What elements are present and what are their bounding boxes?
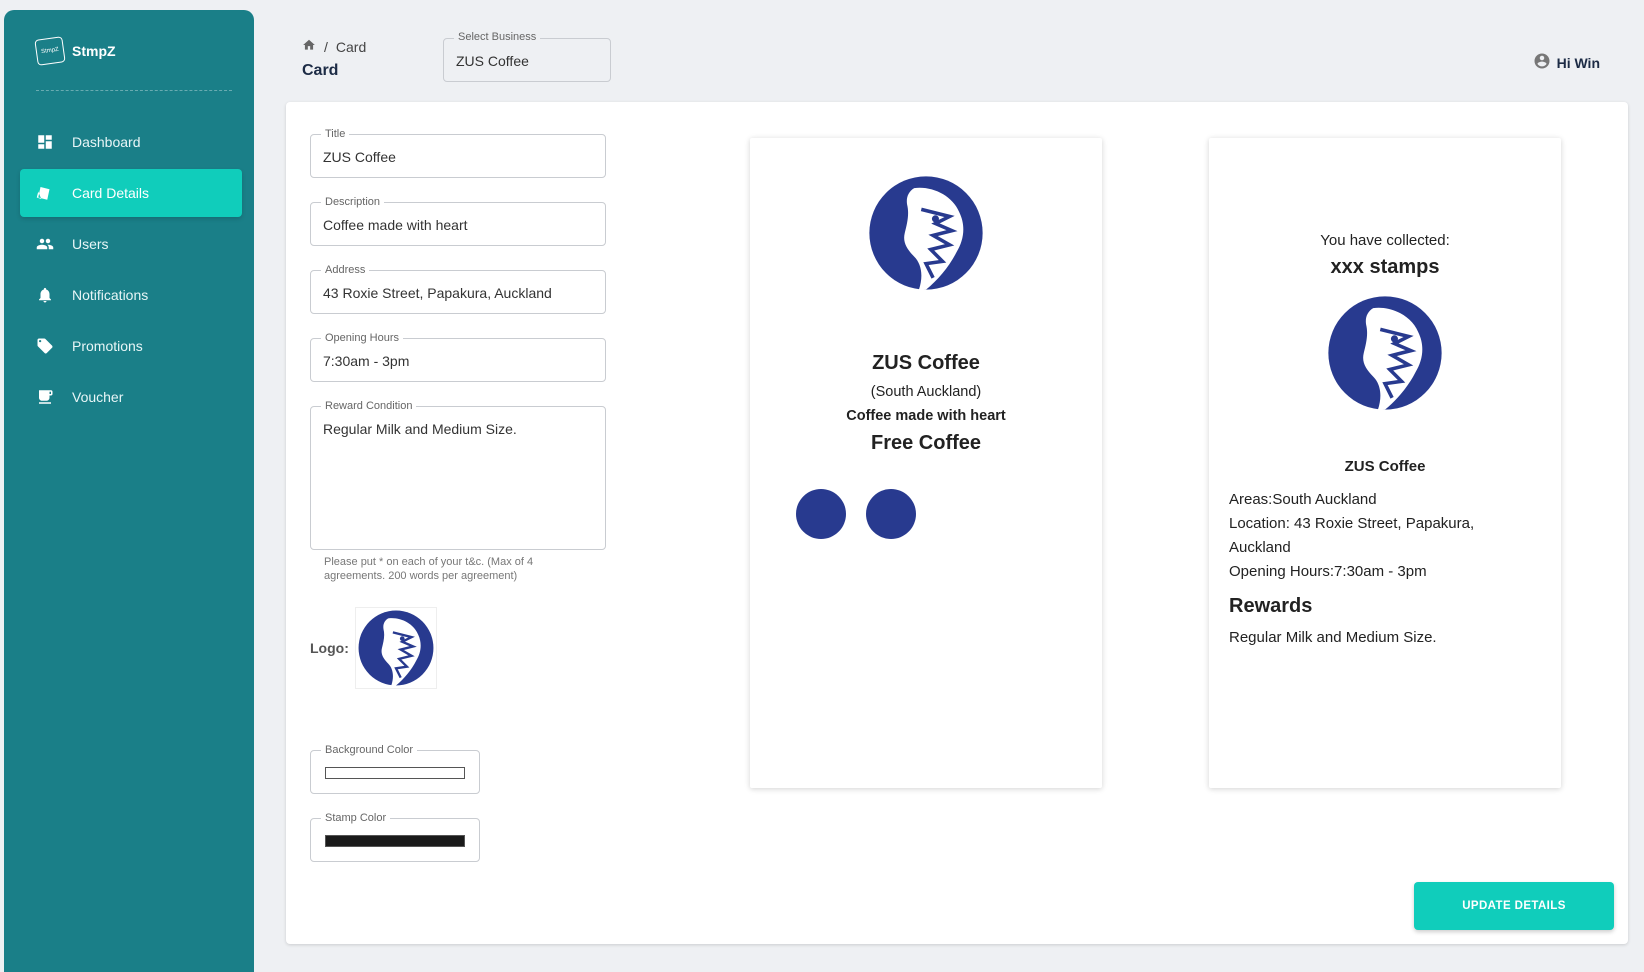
zeus-logo-icon [1328, 296, 1442, 410]
card-back-opening-hours: Opening Hours:7:30am - 3pm [1229, 563, 1427, 580]
address-field[interactable]: Address 43 Roxie Street, Papakura, Auckl… [310, 263, 606, 314]
user-menu[interactable]: Hi Win [1533, 52, 1600, 73]
description-field[interactable]: Description Coffee made with heart [310, 195, 606, 246]
collected-label: You have collected: [1320, 232, 1450, 249]
stamp-color-field[interactable]: Stamp Color [310, 811, 480, 862]
title-field-value: ZUS Coffee [323, 149, 396, 165]
business-select[interactable]: Select Business ZUS Coffee [443, 31, 611, 82]
sidebar-item-dashboard[interactable]: Dashboard [20, 118, 242, 166]
card-back-areas: Areas:South Auckland [1229, 491, 1377, 508]
card-back-location: Location: 43 Roxie Street, Papakura, Auc… [1229, 515, 1475, 556]
rewards-heading: Rewards [1229, 595, 1313, 617]
stamp-color-label: Stamp Color [321, 811, 391, 825]
sidebar-item-voucher[interactable]: Voucher [20, 373, 242, 421]
bell-icon [36, 286, 54, 304]
logo-upload[interactable] [355, 607, 437, 689]
background-color-swatch[interactable] [325, 767, 465, 779]
stamp-circle [796, 489, 846, 539]
sidebar-nav: Dashboard Card Details Users Notificatio… [20, 118, 242, 424]
description-field-value: Coffee made with heart [323, 217, 468, 233]
user-greeting: Hi Win [1556, 54, 1600, 71]
card-back-name: ZUS Coffee [1344, 458, 1426, 475]
address-field-label: Address [321, 263, 370, 277]
card-front-logo [750, 174, 1102, 297]
opening-hours-field[interactable]: Opening Hours 7:30am - 3pm [310, 331, 606, 382]
card-front-reward: Free Coffee [870, 432, 982, 454]
brand[interactable]: StmpZ StmpZ [34, 36, 116, 66]
address-field-value: 43 Roxie Street, Papakura, Auckland [323, 285, 552, 301]
title-field[interactable]: Title ZUS Coffee [310, 127, 606, 178]
reward-condition-textarea[interactable]: Reward Condition Regular Milk and Medium… [310, 399, 606, 550]
breadcrumb-separator: / [324, 38, 328, 55]
card-back-logo [1209, 294, 1561, 417]
users-icon [36, 235, 54, 253]
sidebar-item-promotions[interactable]: Promotions [20, 322, 242, 370]
reward-condition-helper: Please put * on each of your t&c. (Max o… [324, 556, 534, 582]
reward-condition-value: Regular Milk and Medium Size. [323, 421, 517, 437]
sidebar-item-card-details[interactable]: Card Details [20, 169, 242, 217]
sidebar-item-label: Users [72, 236, 109, 252]
breadcrumb: / Card [302, 38, 366, 55]
sidebar-divider [36, 90, 232, 91]
zeus-logo-icon [358, 610, 434, 686]
zeus-logo-icon [869, 176, 983, 290]
sidebar-item-label: Notifications [72, 287, 149, 303]
brand-logo: StmpZ [34, 36, 66, 66]
sidebar: StmpZ StmpZ Dashboard Card Details Users [4, 10, 254, 972]
opening-hours-field-label: Opening Hours [321, 331, 403, 345]
card-front-area: (South Auckland) [870, 384, 982, 400]
sidebar-item-label: Voucher [72, 389, 124, 405]
stamp-color-swatch[interactable] [325, 835, 465, 847]
business-select-label: Select Business [454, 31, 541, 43]
card-icon [36, 184, 54, 202]
dashboard-icon [36, 133, 54, 151]
brand-name: StmpZ [72, 43, 116, 59]
home-icon[interactable] [302, 38, 316, 55]
description-field-label: Description [321, 195, 385, 209]
collected-count: xxx stamps [1330, 256, 1440, 278]
sidebar-item-label: Card Details [72, 185, 150, 201]
tag-icon [36, 337, 54, 355]
logo-label: Logo: [310, 640, 349, 656]
opening-hours-field-value: 7:30am - 3pm [323, 353, 410, 369]
breadcrumb-current: Card [335, 38, 367, 55]
rewards-text: Regular Milk and Medium Size. [1229, 629, 1437, 646]
coffee-cup-icon [36, 388, 54, 406]
sidebar-item-notifications[interactable]: Notifications [20, 271, 242, 319]
account-circle-icon [1533, 52, 1551, 73]
business-select-value: ZUS Coffee [456, 53, 529, 69]
update-details-button[interactable]: UPDATE DETAILS [1414, 882, 1614, 930]
background-color-field[interactable]: Background Color [310, 743, 480, 794]
sidebar-item-label: Promotions [72, 338, 143, 354]
background-color-label: Background Color [321, 743, 418, 757]
card-front-tagline: Coffee made with heart [846, 408, 1006, 424]
title-field-label: Title [321, 127, 350, 141]
sidebar-item-label: Dashboard [72, 134, 141, 150]
card-back-preview: You have collected: xxx stamps ZUS Coffe… [1209, 138, 1561, 788]
stamp-circle [866, 489, 916, 539]
sidebar-item-users[interactable]: Users [20, 220, 242, 268]
reward-condition-label: Reward Condition [321, 399, 417, 413]
card-front-preview: ZUS Coffee (South Auckland) Coffee made … [750, 138, 1102, 788]
page-title: Card [302, 62, 339, 79]
card-front-name: ZUS Coffee [872, 352, 980, 374]
